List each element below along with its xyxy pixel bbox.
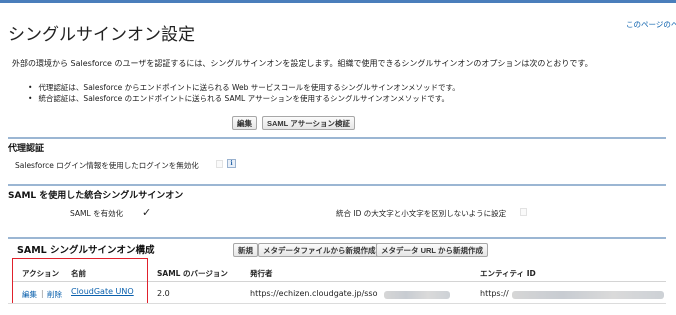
redacted-entity-id bbox=[512, 291, 664, 299]
saml-assertion-validate-button[interactable]: SAML アサーション検証 bbox=[262, 116, 356, 130]
table-bottom-border bbox=[8, 303, 666, 304]
saml-federated-panel-border bbox=[8, 184, 666, 186]
saml-config-panel-border bbox=[8, 237, 666, 239]
case-insensitive-checkbox[interactable] bbox=[520, 208, 527, 216]
top-accent-bar bbox=[0, 0, 676, 3]
disable-login-checkbox[interactable] bbox=[216, 160, 223, 168]
intro-text: 外部の環境から Salesforce のユーザを認証するには、シングルサインオン… bbox=[12, 59, 593, 68]
row-delete-link[interactable]: 削除 bbox=[47, 289, 62, 300]
delegated-auth-panel-border bbox=[8, 137, 666, 139]
saml-federated-heading: SAML を使用した統合シングルサインオン bbox=[8, 191, 184, 201]
case-insensitive-label: 統合 ID の大文字と小文字を区別しないように設定 bbox=[336, 209, 507, 218]
info-icon[interactable]: i bbox=[227, 159, 236, 168]
row-saml-version: 2.0 bbox=[157, 289, 170, 298]
sso-options-list: 代理認証は、Salesforce からエンドポイントに送られる Web サービス… bbox=[28, 82, 460, 104]
column-header-name: 名前 bbox=[71, 269, 86, 278]
disable-login-label: Salesforce ログイン情報を使用したログインを無効化 bbox=[15, 161, 199, 170]
column-header-entity-id: エンティティ ID bbox=[480, 269, 536, 278]
column-header-issuer: 発行者 bbox=[250, 269, 273, 278]
saml-enabled-label: SAML を有効化 bbox=[70, 209, 124, 218]
row-edit-link[interactable]: 編集 bbox=[22, 289, 37, 300]
edit-button[interactable]: 編集 bbox=[232, 116, 257, 130]
row-action-separator: | bbox=[41, 289, 44, 298]
new-from-metadata-file-button[interactable]: メタデータファイルから新規作成 bbox=[258, 243, 381, 257]
help-link[interactable]: このページのヘルプ bbox=[626, 19, 676, 30]
sso-option-delegated: 代理認証は、Salesforce からエンドポイントに送られる Web サービス… bbox=[28, 82, 459, 93]
row-entity-id: https:// bbox=[480, 289, 509, 298]
column-header-action: アクション bbox=[22, 269, 60, 278]
new-config-button[interactable]: 新規 bbox=[233, 243, 258, 257]
delegated-auth-heading: 代理認証 bbox=[8, 144, 45, 154]
new-from-metadata-url-button[interactable]: メタデータ URL から新規作成 bbox=[376, 243, 488, 257]
sso-option-federated: 統合認証は、Salesforce のエンドポイントに送られる SAML アサーシ… bbox=[28, 93, 460, 104]
page-title: シングルサインオン設定 bbox=[8, 25, 195, 45]
redacted-issuer-suffix bbox=[384, 291, 450, 299]
saml-enabled-check-icon: ✓ bbox=[142, 206, 152, 219]
row-name-link[interactable]: CloudGate UNO bbox=[71, 287, 134, 296]
column-header-saml-version: SAML のバージョン bbox=[157, 269, 228, 278]
saml-config-heading: SAML シングルサインオン構成 bbox=[17, 245, 155, 256]
row-issuer: https://echizen.cloudgate.jp/sso bbox=[250, 289, 378, 298]
table-header-divider bbox=[12, 281, 666, 282]
